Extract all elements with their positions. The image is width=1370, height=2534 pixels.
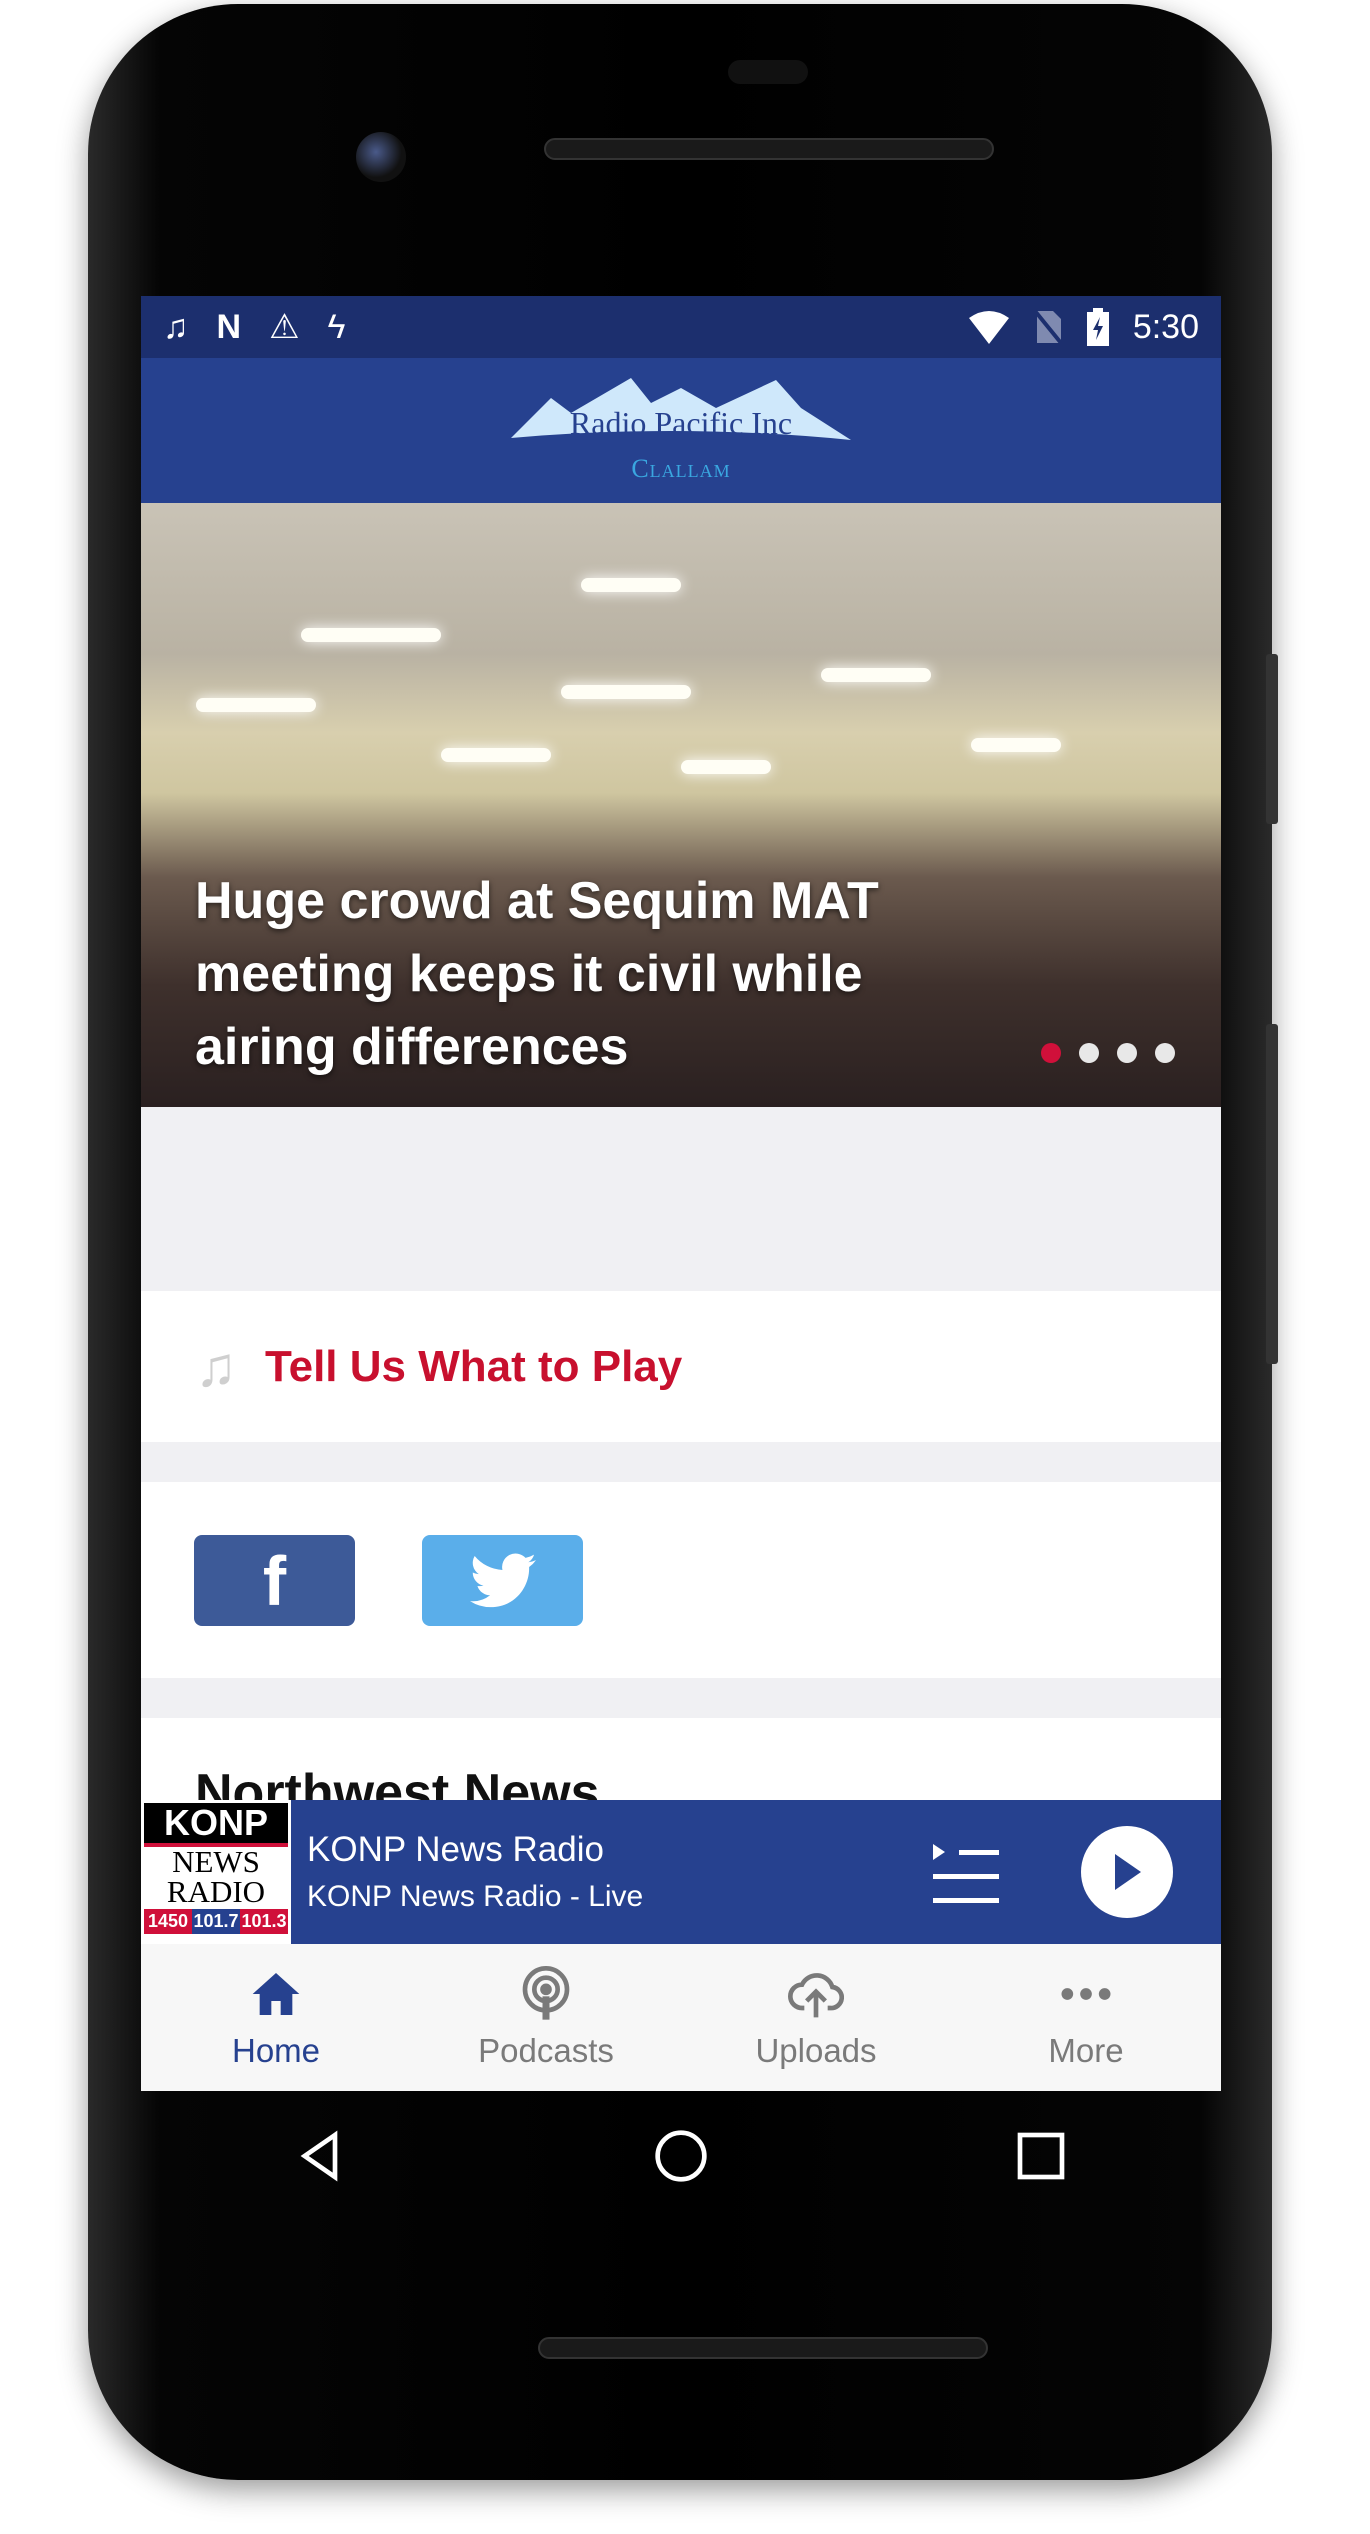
recents-icon[interactable] (1013, 2128, 1069, 2184)
system-navigation-bar (141, 2091, 1221, 2221)
volume-button (1266, 1024, 1278, 1364)
nav-home[interactable]: Home (141, 1944, 411, 2091)
player-subtitle: KONP News Radio - Live (307, 1880, 644, 1913)
app-screen: ♫ N ⚠ ϟ 5:30 Radio Pacific Inc Clallam H… (141, 296, 1221, 2091)
nav-more[interactable]: More (951, 1944, 1221, 2091)
tell-us-what-to-play-link[interactable]: ♫ Tell Us What to Play (141, 1291, 1221, 1442)
hero-carousel[interactable]: Huge crowd at Sequim MAT meeting keeps i… (141, 503, 1221, 1107)
carousel-dot[interactable] (1041, 1043, 1061, 1063)
music-note-icon: ♫ (195, 1335, 237, 1398)
sensor (728, 60, 808, 84)
play-icon (1115, 1854, 1141, 1890)
hero-headline[interactable]: Huge crowd at Sequim MAT meeting keeps i… (195, 865, 955, 1084)
tell-us-label: Tell Us What to Play (265, 1341, 683, 1391)
bottom-navigation: Home Podcasts Uploads More (141, 1944, 1221, 2091)
app-header: Radio Pacific Inc Clallam (141, 358, 1221, 503)
station-artwork: KONP NEWS RADIO 1450 101.7 101.3 (141, 1800, 291, 1944)
svg-text:Radio Pacific Inc: Radio Pacific Inc (570, 405, 792, 441)
status-bar: ♫ N ⚠ ϟ 5:30 (141, 296, 1221, 358)
podcast-icon (522, 1965, 570, 2020)
power-button (1266, 654, 1278, 824)
twitter-icon (469, 1552, 536, 1607)
logo-subtitle: Clallam (631, 453, 731, 483)
station-logo: Radio Pacific Inc (511, 377, 851, 441)
n-icon: N (216, 307, 242, 346)
front-camera (356, 132, 406, 182)
twitter-button[interactable] (422, 1535, 583, 1626)
facebook-button[interactable]: f (194, 1535, 355, 1626)
more-icon (1061, 1987, 1111, 2000)
earpiece-speaker (544, 138, 994, 160)
bottom-speaker (538, 2337, 988, 2359)
nav-podcasts[interactable]: Podcasts (411, 1944, 681, 2091)
cloud-upload-icon (788, 1972, 844, 2017)
queue-icon[interactable] (931, 1842, 1001, 1906)
play-button[interactable] (1081, 1826, 1173, 1918)
carousel-dot[interactable] (1155, 1043, 1175, 1063)
wifi-icon (968, 311, 1009, 344)
carousel-dot[interactable] (1079, 1043, 1099, 1063)
social-card: f (141, 1482, 1221, 1678)
battery-charging-icon (1086, 308, 1109, 346)
flash-icon: ϟ (327, 307, 346, 346)
back-icon[interactable] (293, 2128, 349, 2184)
music-note-icon: ♫ (163, 307, 189, 346)
carousel-indicator (1041, 1043, 1175, 1063)
facebook-icon: f (262, 1541, 287, 1620)
no-sim-icon (1033, 309, 1063, 345)
home-circle-icon[interactable] (653, 2128, 709, 2184)
carousel-dot[interactable] (1117, 1043, 1137, 1063)
nav-uploads[interactable]: Uploads (681, 1944, 951, 2091)
clock: 5:30 (1132, 307, 1199, 346)
home-icon (252, 1972, 300, 2015)
mini-player[interactable]: KONP NEWS RADIO 1450 101.7 101.3 KONP News… (141, 1800, 1221, 1944)
construction-icon: ⚠ (269, 308, 300, 346)
player-title: KONP News Radio (307, 1830, 604, 1869)
